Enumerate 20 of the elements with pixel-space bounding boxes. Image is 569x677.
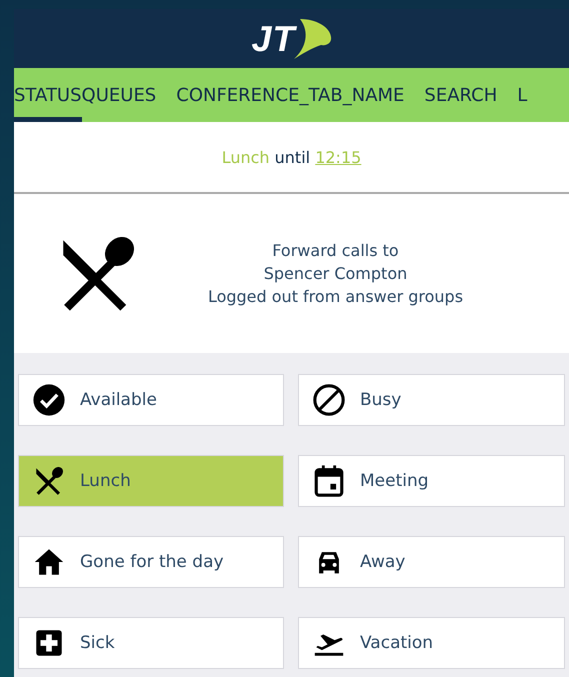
prohibited-icon (312, 383, 346, 417)
tab[interactable]: QUEUES (82, 68, 156, 122)
info-text: Logged out from answer groups (208, 286, 464, 308)
status-button[interactable]: Gone for the day (18, 536, 284, 588)
check-circle-icon (32, 383, 66, 417)
info-text: Forward calls to (272, 240, 399, 262)
tab[interactable]: SEARCH (424, 68, 498, 122)
status-button[interactable]: Available (18, 374, 284, 426)
status-button[interactable]: Lunch (18, 455, 284, 507)
status-button[interactable]: Vacation (298, 617, 565, 669)
status-message: Lunch until 12:15 (222, 148, 362, 166)
tab[interactable]: CONFERENCE_TAB_NAME (176, 68, 404, 122)
status-button[interactable]: Away (298, 536, 565, 588)
tab[interactable]: L (517, 68, 528, 122)
status-button[interactable]: Meeting (298, 455, 565, 507)
status-button[interactable]: Busy (298, 374, 565, 426)
logo-text: JT (251, 18, 296, 60)
status-button[interactable]: Sick (18, 617, 284, 669)
calendar-icon (312, 464, 346, 498)
info-text: Spencer Compton (264, 263, 408, 285)
